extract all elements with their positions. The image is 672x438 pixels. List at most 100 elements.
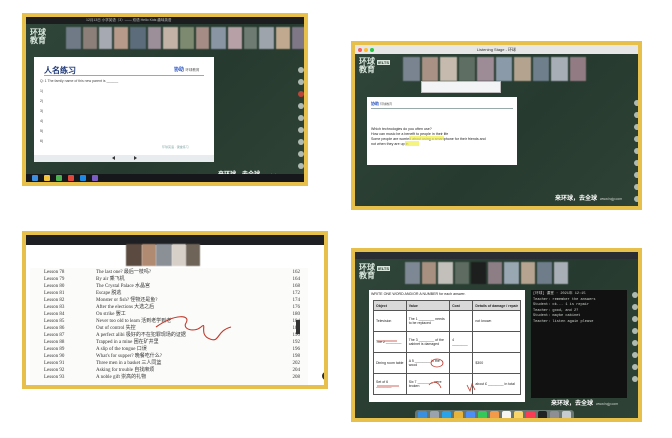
participant-video[interactable] bbox=[83, 27, 97, 49]
video-control-icon[interactable] bbox=[322, 372, 324, 380]
scrollbar-handle[interactable] bbox=[296, 320, 300, 334]
participant-video[interactable] bbox=[66, 27, 81, 49]
participant-video[interactable] bbox=[172, 244, 186, 266]
undo-tool-icon[interactable] bbox=[632, 364, 638, 370]
next-page-icon[interactable] bbox=[134, 156, 137, 160]
video-overlay-panel bbox=[421, 81, 501, 93]
participant-video[interactable] bbox=[496, 57, 512, 81]
undo-tool-icon[interactable] bbox=[634, 172, 638, 178]
participant-video[interactable] bbox=[422, 262, 436, 284]
participant-video[interactable] bbox=[403, 57, 420, 81]
mac-dock bbox=[415, 410, 574, 418]
participant-video[interactable] bbox=[292, 27, 304, 49]
window-close-icon[interactable] bbox=[358, 47, 362, 52]
participant-video[interactable] bbox=[440, 57, 457, 81]
clear-tool-icon[interactable] bbox=[634, 184, 638, 190]
participant-video[interactable] bbox=[533, 57, 549, 81]
participant-video[interactable] bbox=[551, 57, 568, 81]
participant-video[interactable] bbox=[148, 27, 161, 49]
participant-video[interactable] bbox=[455, 262, 469, 284]
participant-video[interactable] bbox=[211, 27, 226, 49]
participant-video[interactable] bbox=[422, 57, 438, 81]
launchpad-icon[interactable] bbox=[430, 411, 439, 418]
brand-sub: 环球教育 bbox=[185, 68, 200, 72]
shape-tool-icon[interactable] bbox=[634, 148, 638, 154]
participant-video[interactable] bbox=[259, 27, 274, 49]
lesson-title: A noble gift 崇高的礼物 bbox=[96, 375, 147, 380]
participant-video[interactable] bbox=[438, 262, 453, 284]
pointer-tool-icon[interactable] bbox=[632, 292, 638, 298]
participant-video[interactable] bbox=[180, 27, 194, 49]
highlighter-tool-icon[interactable] bbox=[634, 124, 638, 130]
eraser-tool-icon[interactable] bbox=[632, 328, 638, 334]
taskbar-app-icon[interactable] bbox=[44, 175, 50, 181]
participant-video[interactable] bbox=[554, 262, 568, 284]
finder-icon[interactable] bbox=[418, 411, 427, 418]
participant-video[interactable] bbox=[228, 27, 242, 49]
text-tool-icon[interactable] bbox=[634, 160, 638, 166]
calendar-icon[interactable] bbox=[502, 411, 511, 418]
pointer-tool-icon[interactable] bbox=[298, 67, 304, 73]
participant-video[interactable] bbox=[244, 27, 257, 49]
undo-tool-icon[interactable] bbox=[298, 139, 304, 145]
window-maximize-icon[interactable] bbox=[370, 47, 374, 52]
pen-tool-icon[interactable] bbox=[632, 304, 638, 310]
participant-video[interactable] bbox=[142, 244, 156, 266]
participant-video[interactable] bbox=[514, 57, 531, 81]
music-icon[interactable] bbox=[526, 411, 535, 418]
participant-video[interactable] bbox=[488, 262, 502, 284]
participant-video[interactable] bbox=[156, 244, 172, 266]
mail-icon[interactable] bbox=[466, 411, 475, 418]
page-nav-bar[interactable] bbox=[34, 155, 214, 162]
chrome-icon[interactable] bbox=[454, 411, 463, 418]
participant-video[interactable] bbox=[537, 262, 552, 284]
participant-video[interactable] bbox=[477, 57, 494, 81]
participant-video[interactable] bbox=[114, 27, 128, 49]
safari-icon[interactable] bbox=[442, 411, 451, 418]
participant-video[interactable] bbox=[570, 57, 586, 81]
answer-number: 2) bbox=[40, 99, 44, 103]
participant-video[interactable] bbox=[196, 27, 209, 49]
prev-page-icon[interactable] bbox=[112, 156, 115, 160]
highlighter-tool-icon[interactable] bbox=[632, 316, 638, 322]
taskbar-app-icon[interactable] bbox=[80, 175, 86, 181]
participant-video[interactable] bbox=[521, 262, 535, 284]
taskbar-app-icon[interactable] bbox=[92, 175, 98, 181]
participant-video[interactable] bbox=[405, 262, 420, 284]
taskbar-app-icon[interactable] bbox=[68, 175, 74, 181]
trash-icon[interactable] bbox=[562, 411, 571, 418]
shape-tool-icon[interactable] bbox=[632, 340, 638, 346]
participant-video[interactable] bbox=[99, 27, 112, 49]
shape-tool-icon[interactable] bbox=[298, 115, 304, 121]
text-tool-icon[interactable] bbox=[632, 352, 638, 358]
more-tool-icon[interactable] bbox=[634, 208, 640, 210]
participant-video[interactable] bbox=[130, 27, 146, 49]
participant-video[interactable] bbox=[504, 262, 519, 284]
more-tool-icon[interactable] bbox=[634, 196, 638, 202]
taskbar-app-icon[interactable] bbox=[56, 175, 62, 181]
participant-video[interactable] bbox=[276, 27, 290, 49]
photos-icon[interactable] bbox=[490, 411, 499, 418]
settings-icon[interactable] bbox=[550, 411, 559, 418]
eraser-tool-icon[interactable] bbox=[298, 103, 304, 109]
clear-tool-icon[interactable] bbox=[298, 151, 304, 157]
pointer-tool-icon[interactable] bbox=[634, 100, 638, 106]
highlighter-tool-icon[interactable] bbox=[298, 91, 304, 97]
notes-icon[interactable] bbox=[514, 411, 523, 418]
participant-video[interactable] bbox=[126, 244, 142, 266]
terminal-window[interactable]: [环球] 课堂 · 2021年 12:15 Teacher: remember … bbox=[531, 290, 627, 398]
more-tool-icon[interactable] bbox=[298, 163, 304, 169]
pen-tool-icon[interactable] bbox=[298, 79, 304, 85]
window-minimize-icon[interactable] bbox=[364, 47, 368, 52]
text-tool-icon[interactable] bbox=[298, 127, 304, 133]
pen-tool-icon[interactable] bbox=[634, 112, 638, 118]
participant-video[interactable] bbox=[186, 244, 200, 266]
start-icon[interactable] bbox=[32, 175, 38, 181]
participant-video[interactable] bbox=[471, 262, 486, 284]
messages-icon[interactable] bbox=[478, 411, 487, 418]
terminal-icon[interactable] bbox=[538, 411, 547, 418]
more-tool-icon[interactable] bbox=[632, 376, 638, 382]
participant-video[interactable] bbox=[163, 27, 178, 49]
eraser-tool-icon[interactable] bbox=[634, 136, 638, 142]
participant-video[interactable] bbox=[459, 57, 475, 81]
